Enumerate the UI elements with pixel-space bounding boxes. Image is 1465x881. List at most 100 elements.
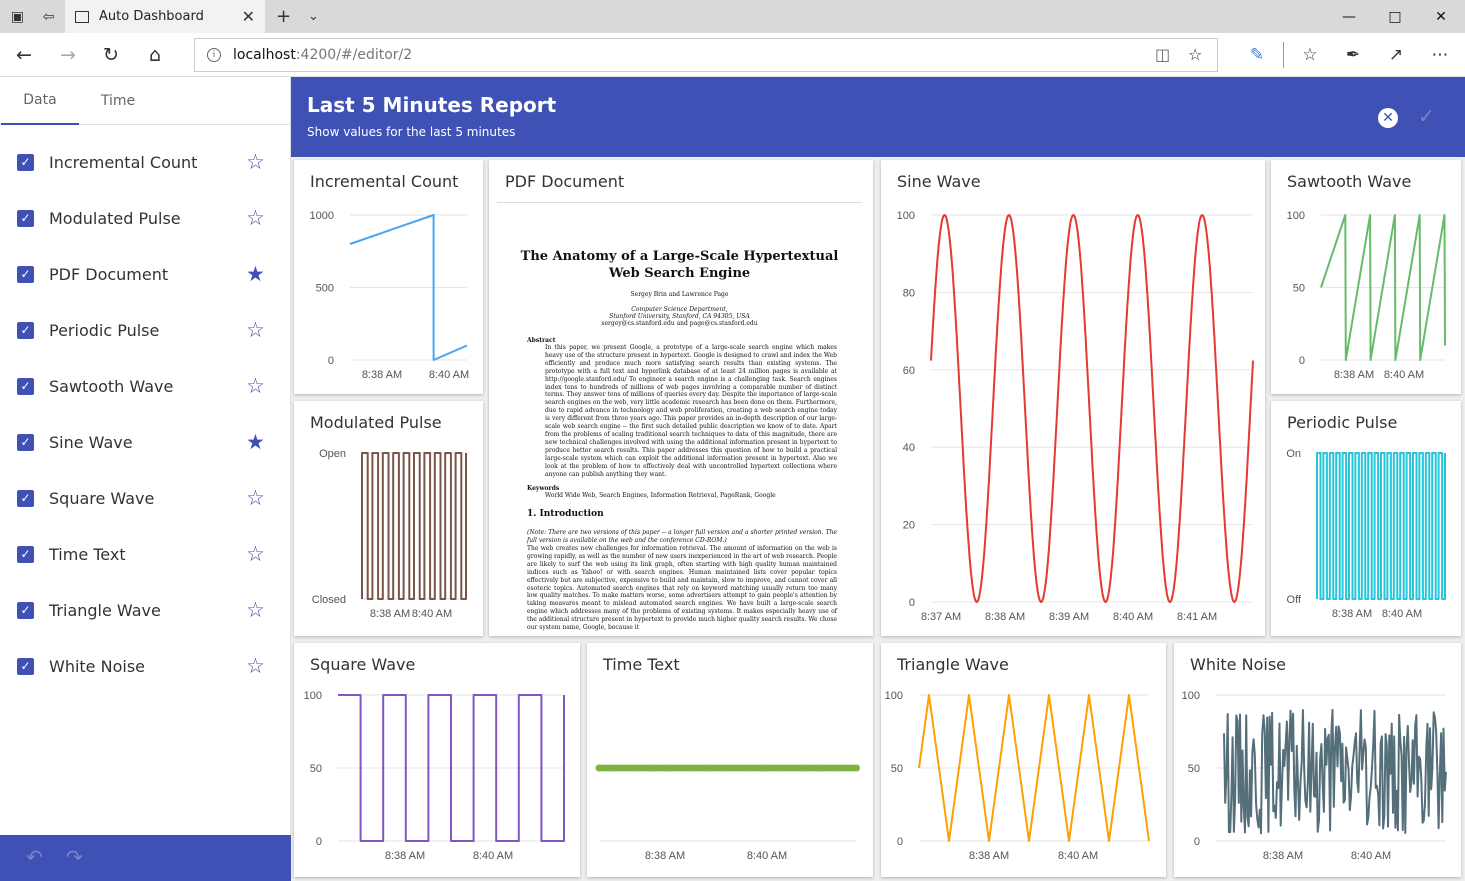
x-tick-label: 8:38 AM (969, 850, 1009, 862)
share-icon[interactable]: ↗ (1376, 33, 1416, 77)
y-tick-label: 100 (1182, 690, 1200, 702)
y-tick-label: Off (1287, 594, 1302, 606)
chart-time-text: 8:38 AM 8:40 AM (595, 764, 861, 862)
tab-list-chevron-icon[interactable]: ⌄ (308, 0, 319, 33)
checkbox[interactable]: ✓ (17, 209, 34, 227)
address-bar[interactable]: i localhost:4200/#/editor/2 ◫ ☆ (194, 38, 1218, 72)
tab-sets-icon[interactable]: ▣ (2, 0, 33, 33)
close-tab-icon[interactable]: ✕ (242, 7, 255, 26)
favorite-star-icon[interactable]: ☆ (1188, 45, 1202, 64)
url-path: :4200/#/editor/2 (295, 47, 413, 63)
dashboard-main: Last 5 Minutes Report Show values for th… (291, 77, 1465, 881)
sidebar-item-label: Incremental Count (49, 152, 198, 172)
x-tick-label: 8:38 AM (362, 369, 402, 381)
card-time-text[interactable]: Time Text 8:38 AM 8:40 AM (587, 643, 873, 877)
checkbox[interactable]: ✓ (17, 153, 34, 171)
card-white-noise[interactable]: White Noise 100 50 0 8:38 AM 8:40 AM (1174, 643, 1461, 877)
star-outline-icon[interactable]: ☆ (246, 375, 265, 397)
tab-data[interactable]: Data (1, 77, 79, 125)
y-tick-label: 20 (903, 520, 915, 532)
pdf-address: Stanford University, Stanford, CA 94305,… (609, 313, 750, 320)
report-header: Last 5 Minutes Report Show values for th… (291, 77, 1465, 157)
x-tick-label: 8:38 AM (1332, 608, 1372, 620)
report-title: Last 5 Minutes Report (307, 93, 557, 117)
refresh-icon[interactable]: ↻ (89, 33, 133, 77)
card-modulated-pulse[interactable]: Modulated Pulse Open Closed 8:38 AM 8:40 AM (294, 401, 483, 636)
favorites-icon[interactable]: ☆ (1290, 33, 1330, 77)
checkbox[interactable]: ✓ (17, 489, 34, 507)
home-icon[interactable]: ⌂ (133, 33, 177, 77)
series-line (1316, 452, 1446, 600)
checkbox[interactable]: ✓ (17, 545, 34, 563)
star-outline-icon[interactable]: ☆ (246, 543, 265, 565)
pen-notes-icon[interactable]: ✒ (1333, 33, 1373, 77)
tab-auto-dashboard[interactable]: Auto Dashboard ✕ (65, 0, 265, 33)
series-line (930, 214, 1254, 603)
confirm-check-icon[interactable]: ✓ (1418, 104, 1435, 128)
checkbox[interactable]: ✓ (17, 265, 34, 283)
sidebar-item-periodic-pulse[interactable]: ✓ Periodic Pulse ☆ (0, 302, 291, 358)
star-outline-icon[interactable]: ☆ (246, 487, 265, 509)
x-tick-label: 8:38 AM (985, 611, 1025, 623)
sidebar-item-label: White Noise (49, 656, 145, 676)
x-tick-label: 8:38 AM (1334, 369, 1374, 381)
sidebar-item-pdf-document[interactable]: ✓ PDF Document ★ (0, 246, 291, 302)
star-filled-icon[interactable]: ★ (246, 263, 265, 285)
card-incremental-count[interactable]: Incremental Count 1000 500 0 8:38 AM 8:40 AM (294, 160, 483, 394)
checkbox[interactable]: ✓ (17, 321, 34, 339)
star-outline-icon[interactable]: ☆ (246, 319, 265, 341)
card-sine-wave[interactable]: Sine Wave 100 80 60 40 20 0 8:37 AM 8:38 AM 8:39… (881, 160, 1265, 636)
redo-icon[interactable]: ↷ (66, 845, 83, 869)
reading-view-icon[interactable]: ◫ (1155, 45, 1170, 64)
sidebar-item-sawtooth-wave[interactable]: ✓ Sawtooth Wave ☆ (0, 358, 291, 414)
star-outline-icon[interactable]: ☆ (246, 599, 265, 621)
card-sawtooth-wave[interactable]: Sawtooth Wave 100 50 0 8:38 AM 8:40 AM (1271, 160, 1461, 394)
sidebar-item-sine-wave[interactable]: ✓ Sine Wave ★ (0, 414, 291, 470)
card-square-wave[interactable]: Square Wave 100 50 0 8:38 AM 8:40 AM (294, 643, 580, 877)
y-tick-label: Open (319, 448, 346, 460)
new-tab-icon[interactable]: + (276, 0, 291, 33)
checkbox[interactable]: ✓ (17, 433, 34, 451)
sidebar-item-time-text[interactable]: ✓ Time Text ☆ (0, 526, 291, 582)
sidebar-item-label: Time Text (49, 544, 126, 564)
card-periodic-pulse[interactable]: Periodic Pulse On Off 8:38 AM 8:40 AM (1271, 401, 1461, 636)
checkbox[interactable]: ✓ (17, 601, 34, 619)
star-filled-icon[interactable]: ★ (246, 431, 265, 453)
pdf-abstract: In this paper, we present Google, a prot… (545, 344, 837, 478)
series-line (361, 452, 467, 600)
y-tick-label: 50 (1188, 763, 1200, 775)
checkbox[interactable]: ✓ (17, 657, 34, 675)
forward-icon[interactable]: → (46, 33, 90, 77)
pdf-authors: Sergey Brin and Lawrence Page (630, 291, 729, 298)
checkbox[interactable]: ✓ (17, 377, 34, 395)
chart-modulated-pulse: Open Closed 8:38 AM 8:40 AM (312, 448, 467, 620)
star-outline-icon[interactable]: ☆ (246, 655, 265, 677)
sidebar-item-square-wave[interactable]: ✓ Square Wave ☆ (0, 470, 291, 526)
sidebar-item-white-noise[interactable]: ✓ White Noise ☆ (0, 638, 291, 694)
site-info-icon[interactable]: i (207, 48, 221, 62)
maximize-icon[interactable]: □ (1372, 0, 1418, 33)
back-icon[interactable]: ← (2, 33, 46, 77)
sidebar-item-incremental-count[interactable]: ✓ Incremental Count ☆ (0, 134, 291, 190)
star-outline-icon[interactable]: ☆ (246, 207, 265, 229)
tabs-aside-icon[interactable]: ⇦ (33, 0, 64, 33)
sidebar-item-triangle-wave[interactable]: ✓ Triangle Wave ☆ (0, 582, 291, 638)
y-tick-label: 50 (891, 763, 903, 775)
pdf-viewer[interactable]: The Anatomy of a Large-Scale Hypertextua… (497, 202, 862, 638)
sidebar-item-modulated-pulse[interactable]: ✓ Modulated Pulse ☆ (0, 190, 291, 246)
pdf-keywords-heading: Keywords (527, 485, 560, 492)
card-triangle-wave[interactable]: Triangle Wave 100 50 0 8:38 AM 8:40 AM (881, 643, 1166, 877)
minimize-icon[interactable]: — (1326, 0, 1372, 33)
star-outline-icon[interactable]: ☆ (246, 151, 265, 173)
y-tick-label: 1000 (310, 210, 334, 222)
pdf-intro: The web creates new challenges for infor… (527, 545, 837, 632)
x-tick-label: 8:38 AM (1263, 850, 1303, 862)
more-menu-icon[interactable]: ⋯ (1420, 33, 1460, 77)
extension-icon[interactable]: ✎ (1237, 33, 1277, 77)
close-report-icon[interactable]: ✕ (1378, 108, 1398, 128)
close-window-icon[interactable]: ✕ (1418, 0, 1464, 33)
undo-icon[interactable]: ↶ (26, 845, 43, 869)
tab-time[interactable]: Time (79, 77, 157, 125)
card-pdf-document[interactable]: PDF Document The Anatomy of a Large-Scal… (489, 160, 873, 636)
x-tick-label: 8:40 AM (747, 850, 787, 862)
